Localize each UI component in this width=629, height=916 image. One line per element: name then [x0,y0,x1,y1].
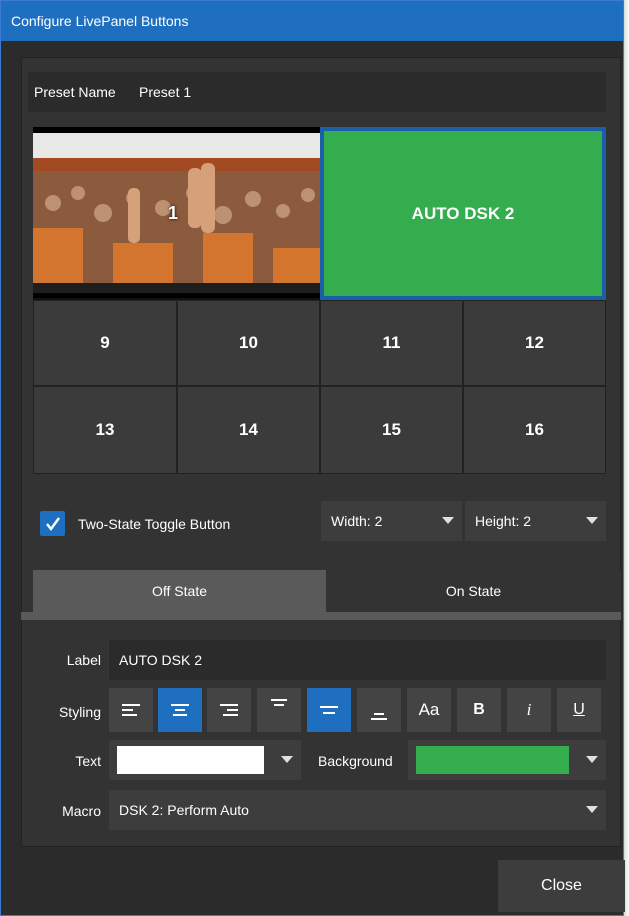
button-label: 12 [525,333,544,352]
align-right-button[interactable] [207,688,251,732]
background-color-picker[interactable] [408,740,606,780]
chevron-down-icon [586,806,598,813]
button-label: 11 [382,333,401,352]
width-select-value: Width: 2 [331,513,383,529]
button-13[interactable]: 13 [33,386,177,474]
label-input[interactable]: AUTO DSK 2 [109,640,606,680]
tab-on-state-label: On State [445,583,502,599]
preset-name-row: Preset Name Preset 1 [28,72,606,112]
underline-icon: U [573,701,585,718]
tab-underline [21,612,621,620]
align-middle-icon [320,706,338,714]
button-label: 10 [239,333,258,352]
height-select-value: Height: 2 [475,513,532,529]
italic-icon: i [526,700,532,719]
button-label: 16 [525,420,544,439]
align-center-button[interactable] [158,688,202,732]
button-14[interactable]: 14 [177,386,320,474]
chevron-down-icon [586,756,598,763]
underline-button[interactable]: U [557,688,601,732]
align-middle-button[interactable] [307,688,351,732]
align-left-button[interactable] [109,688,153,732]
bold-icon: B [473,701,485,718]
label-caption: Label [66,652,101,668]
tab-on-state[interactable]: On State [326,570,621,612]
macro-select[interactable]: DSK 2: Perform Auto [109,790,606,830]
font-button[interactable]: Aa [407,688,451,732]
tab-off-state-label: Off State [152,583,207,599]
button-11[interactable]: 11 [320,300,463,386]
align-left-icon [122,704,140,716]
preset-name-label: Preset Name [34,84,116,100]
macro-select-value: DSK 2: Perform Auto [119,802,249,818]
label-input-value: AUTO DSK 2 [119,652,202,668]
bold-button[interactable]: B [457,688,501,732]
chevron-down-icon [442,517,454,524]
italic-button[interactable]: i [507,688,551,732]
button-10[interactable]: 10 [177,300,320,386]
align-bottom-button[interactable] [357,688,401,732]
button-15[interactable]: 15 [320,386,463,474]
window-title: Configure LivePanel Buttons [11,13,189,29]
button-12[interactable]: 12 [463,300,606,386]
font-icon: Aa [418,700,440,719]
window-shadow [624,0,629,916]
text-color-picker[interactable] [109,740,301,780]
button-label: 15 [382,420,401,439]
video-button[interactable]: 1 [33,127,320,298]
button-9[interactable]: 9 [33,300,177,386]
align-bottom-icon [371,713,387,720]
align-center-icon [171,704,189,716]
button-auto-dsk-2[interactable]: AUTO DSK 2 [320,127,606,300]
background-color-swatch [416,746,569,774]
button-16[interactable]: 16 [463,386,606,474]
tab-off-state[interactable]: Off State [33,570,326,612]
chevron-down-icon [586,517,598,524]
video-button-number: 1 [168,203,179,223]
width-select[interactable]: Width: 2 [321,501,462,541]
align-top-icon [271,699,287,706]
text-color-caption: Text [75,753,101,769]
button-label: 9 [100,333,110,352]
checkmark-icon [45,516,60,531]
button-auto-dsk-2-label: AUTO DSK 2 [411,203,515,223]
button-label: 14 [239,420,258,439]
macro-caption: Macro [62,803,101,819]
two-state-toggle-label: Two-State Toggle Button [78,516,231,532]
close-button[interactable]: Close [498,860,625,912]
preset-name-input[interactable]: Preset 1 [139,84,191,100]
close-button-label: Close [541,877,582,894]
text-color-swatch [117,746,264,774]
background-color-caption: Background [318,753,393,769]
align-right-icon [220,704,238,716]
styling-caption: Styling [58,704,101,720]
two-state-toggle-checkbox[interactable] [40,511,65,536]
title-bar[interactable]: Configure LivePanel Buttons [1,1,623,41]
align-top-button[interactable] [257,688,301,732]
height-select[interactable]: Height: 2 [465,501,606,541]
button-grid: 1 AUTO DSK 2 9 10 11 12 13 14 15 16 [33,127,606,474]
button-label: 13 [95,420,115,439]
chevron-down-icon [281,756,293,763]
